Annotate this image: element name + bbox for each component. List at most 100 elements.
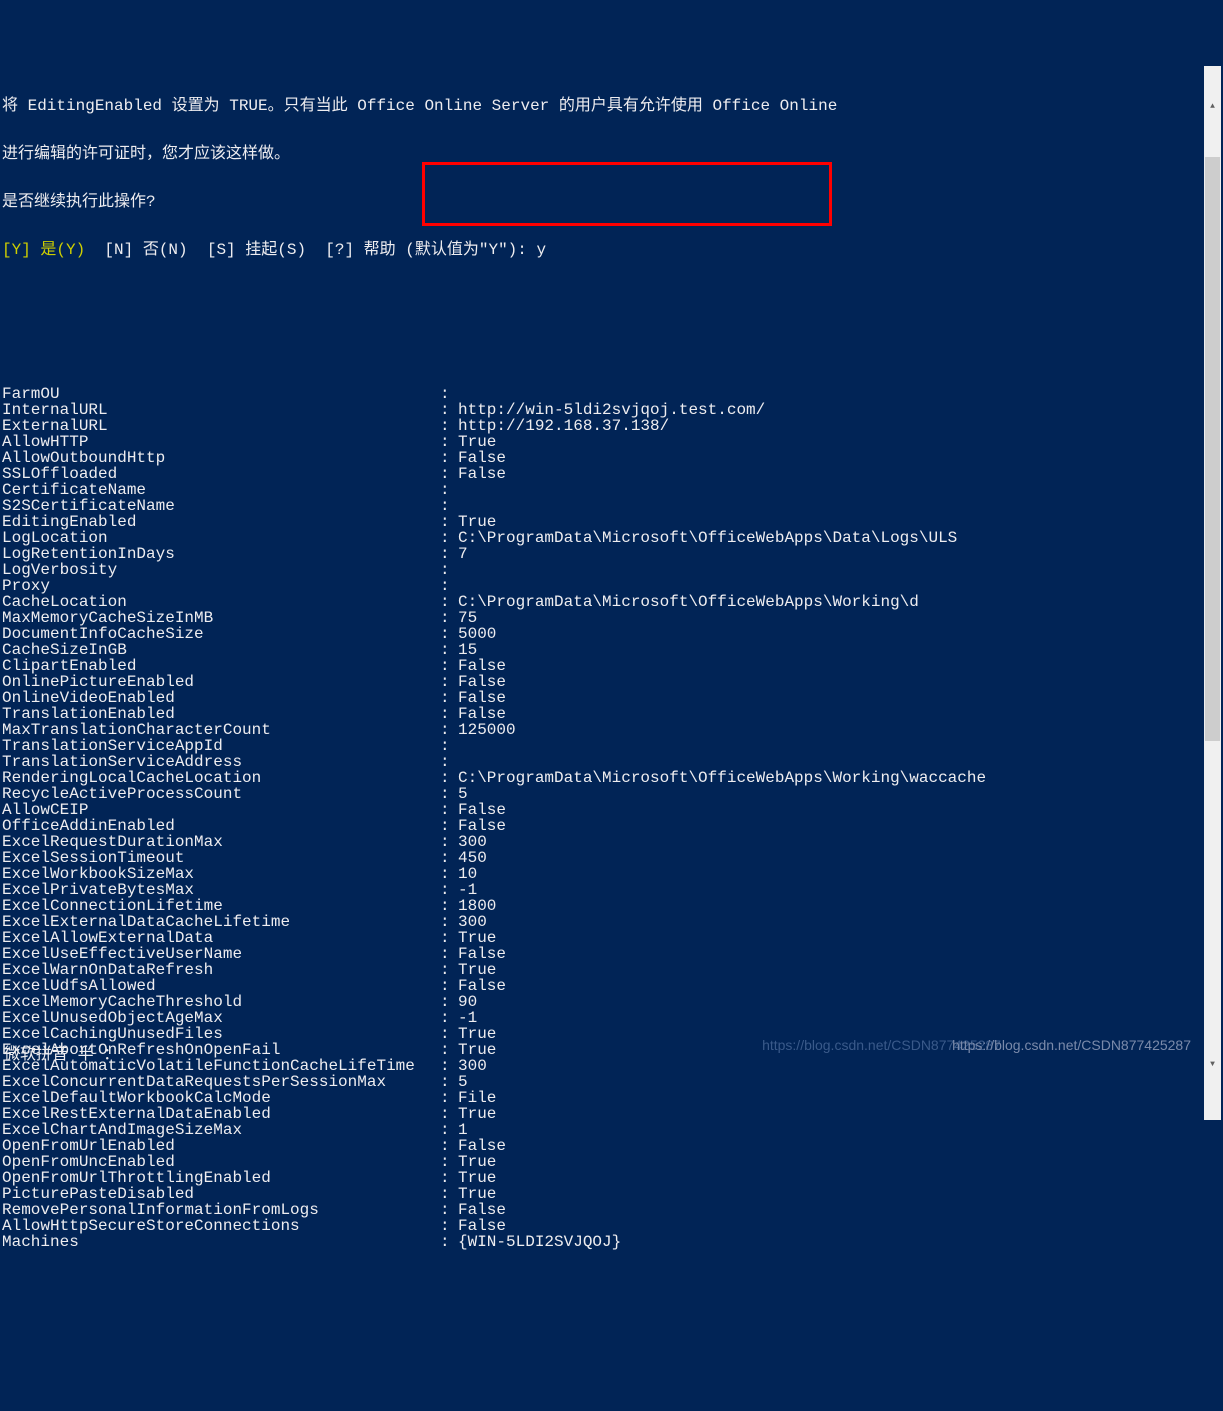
property-separator: : [440,1202,458,1218]
property-value: C:\ProgramData\Microsoft\OfficeWebApps\W… [458,594,1221,610]
property-separator: : [440,482,458,498]
property-row: EditingEnabled: True [2,514,1221,530]
property-key: ExcelConnectionLifetime [2,898,440,914]
property-separator: : [440,722,458,738]
property-row: ExcelRestExternalDataEnabled: True [2,1106,1221,1122]
property-value: http://win-5ldi2svjqoj.test.com/ [458,402,1221,418]
property-key: LogLocation [2,530,440,546]
property-separator: : [440,1026,458,1042]
property-key: DocumentInfoCacheSize [2,626,440,642]
property-value: File [458,1090,1221,1106]
property-row: ClipartEnabled: False [2,658,1221,674]
blank-line [2,338,1221,354]
property-separator: : [440,898,458,914]
property-separator: : [440,738,458,754]
property-key: FarmOU [2,386,440,402]
property-separator: : [440,1042,458,1058]
prompt-rest: [N] 否(N) [S] 挂起(S) [?] 帮助 (默认值为"Y"): y [85,241,546,259]
property-value: 5000 [458,626,1221,642]
property-key: AllowHttpSecureStoreConnections [2,1218,440,1234]
powershell-terminal[interactable]: 将 EditingEnabled 设置为 TRUE。只有当此 Office On… [2,66,1221,1073]
property-separator: : [440,450,458,466]
property-key: ExcelCachingUnusedFiles [2,1026,440,1042]
property-row: InternalURL: http://win-5ldi2svjqoj.test… [2,402,1221,418]
property-key: LogVerbosity [2,562,440,578]
scrollbar-down-button[interactable]: ▼ [1204,1056,1221,1073]
property-row: ExcelWorkbookSizeMax: 10 [2,866,1221,882]
property-key: SSLOffloaded [2,466,440,482]
property-separator: : [440,402,458,418]
property-value: False [458,466,1221,482]
property-value: False [458,450,1221,466]
property-value: False [458,674,1221,690]
property-separator: : [440,546,458,562]
property-value: True [458,434,1221,450]
property-key: ExcelAllowExternalData [2,930,440,946]
property-key: AllowHTTP [2,434,440,450]
property-separator: : [440,914,458,930]
property-row: AllowHTTP: True [2,434,1221,450]
property-value: False [458,978,1221,994]
property-value: 5 [458,786,1221,802]
property-key: MaxMemoryCacheSizeInMB [2,610,440,626]
property-row: OnlinePictureEnabled: False [2,674,1221,690]
property-separator: : [440,690,458,706]
property-row: AllowOutboundHttp: False [2,450,1221,466]
property-separator: : [440,1058,458,1074]
property-separator: : [440,962,458,978]
property-key: RemovePersonalInformationFromLogs [2,1202,440,1218]
scrollbar-thumb[interactable] [1205,157,1220,741]
property-row: S2SCertificateName: [2,498,1221,514]
property-key: ExternalURL [2,418,440,434]
property-value: False [458,1218,1221,1234]
property-key: ExcelWarnOnDataRefresh [2,962,440,978]
property-key: CertificateName [2,482,440,498]
property-row: ExcelWarnOnDataRefresh: True [2,962,1221,978]
property-key: OpenFromUncEnabled [2,1154,440,1170]
scrollbar-up-button[interactable]: ▲ [1204,98,1221,115]
property-row: CacheLocation: C:\ProgramData\Microsoft\… [2,594,1221,610]
property-value: C:\ProgramData\Microsoft\OfficeWebApps\D… [458,530,1221,546]
property-separator: : [440,866,458,882]
property-row: ExcelSessionTimeout: 450 [2,850,1221,866]
property-row: LogRetentionInDays: 7 [2,546,1221,562]
property-key: ExcelRestExternalDataEnabled [2,1106,440,1122]
property-key: TranslationEnabled [2,706,440,722]
property-value: {WIN-5LDI2SVJQOJ} [458,1234,1221,1250]
property-row: OpenFromUrlThrottlingEnabled: True [2,1170,1221,1186]
property-value: False [458,946,1221,962]
property-row: ExcelUnusedObjectAgeMax: -1 [2,1010,1221,1026]
property-row: ExcelAllowExternalData: True [2,930,1221,946]
blank-line [2,290,1221,306]
property-row: ExcelUdfsAllowed: False [2,978,1221,994]
vertical-scrollbar[interactable]: ▲ ▼ [1204,66,1221,1073]
prompt-line: [Y] 是(Y) [N] 否(N) [S] 挂起(S) [?] 帮助 (默认值为… [2,242,1221,258]
property-key: ExcelChartAndImageSizeMax [2,1122,440,1138]
property-value: False [458,1202,1221,1218]
property-separator: : [440,1090,458,1106]
property-row: OnlineVideoEnabled: False [2,690,1221,706]
property-key: EditingEnabled [2,514,440,530]
property-value: 5 [458,1074,1221,1090]
property-value: False [458,802,1221,818]
property-value: True [458,1170,1221,1186]
property-row: PicturePasteDisabled: True [2,1186,1221,1202]
property-value: False [458,690,1221,706]
property-row: DocumentInfoCacheSize: 5000 [2,626,1221,642]
property-key: RecycleActiveProcessCount [2,786,440,802]
property-separator: : [440,1010,458,1026]
header-line-1: 将 EditingEnabled 设置为 TRUE。只有当此 Office On… [2,98,1221,114]
property-row: OpenFromUrlEnabled: False [2,1138,1221,1154]
property-separator: : [440,930,458,946]
property-separator: : [440,578,458,594]
property-separator: : [440,994,458,1010]
property-key: CacheSizeInGB [2,642,440,658]
property-separator: : [440,386,458,402]
property-key: ExcelMemoryCacheThreshold [2,994,440,1010]
property-value: True [458,514,1221,530]
property-key: PicturePasteDisabled [2,1186,440,1202]
property-separator: : [440,770,458,786]
property-value: False [458,1138,1221,1154]
property-separator: : [440,514,458,530]
scrollbar-track[interactable] [1204,147,1221,1120]
